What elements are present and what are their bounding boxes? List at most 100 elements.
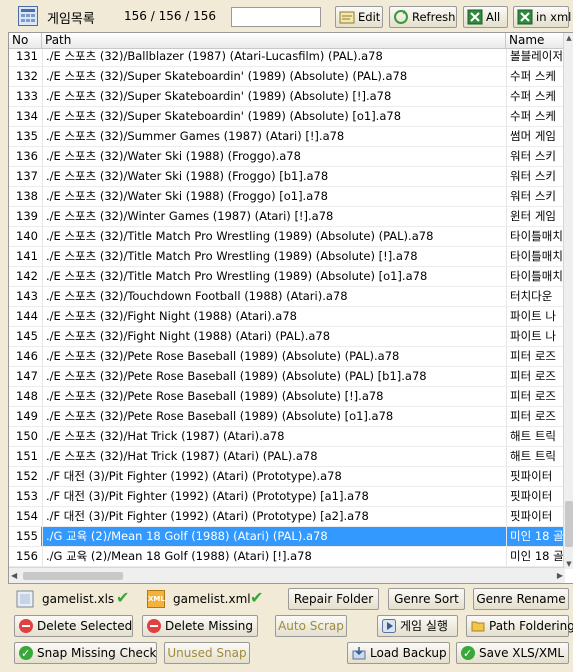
load-icon [352, 647, 366, 660]
column-header-path[interactable]: Path [42, 33, 506, 49]
list-row[interactable]: 144 ./E 스포츠 (32)/Fight Night (1988) (Atar… [9, 307, 565, 327]
row-no: 131 [16, 49, 38, 63]
row-path: ./G 교육 (2)/Mean 18 Golf (1988) (Atari) [… [42, 547, 506, 566]
list-row[interactable]: 150 ./E 스포츠 (32)/Hat Trick (1987) (Atari)… [9, 427, 565, 447]
row-path: ./E 스포츠 (32)/Touchdown Football (1988) (… [42, 287, 506, 306]
column-header-name[interactable]: Name [506, 33, 565, 49]
row-no: 138 [16, 189, 38, 203]
row-name: 볼블레이저 [506, 49, 565, 66]
scroll-up-icon[interactable]: ▲ [564, 33, 573, 43]
column-header-no[interactable]: No [9, 33, 42, 49]
scroll-right-icon[interactable]: ▶ [557, 571, 563, 580]
list-row[interactable]: 133 ./E 스포츠 (32)/Super Skateboardin' (198… [9, 87, 565, 107]
list-row[interactable]: 142 ./E 스포츠 (32)/Title Match Pro Wrestlin… [9, 267, 565, 287]
row-path: ./G 교육 (2)/Mean 18 Golf (1988) (Atari) (… [42, 527, 506, 546]
search-input[interactable] [231, 7, 321, 27]
path-foldering-button[interactable]: Path Foldering [466, 615, 573, 637]
row-name: 윈터 게임 [506, 207, 565, 226]
delete-selected-button[interactable]: Delete Selected [14, 615, 133, 637]
delete-missing-button[interactable]: Delete Missing [142, 615, 258, 637]
all-label: All [486, 10, 501, 24]
window-title: 게임목록 [47, 12, 95, 27]
refresh-icon [394, 10, 408, 24]
row-no: 136 [16, 149, 38, 163]
row-name: 파이트 나 [506, 327, 565, 346]
list-row[interactable]: 153 ./F 대전 (3)/Pit Fighter (1992) (Atari)… [9, 487, 565, 507]
snap-missing-check-button[interactable]: Snap Missing Check [14, 642, 157, 664]
genre-rename-button[interactable]: Genre Rename [473, 588, 569, 610]
scroll-down-icon[interactable]: ▼ [564, 559, 573, 569]
edit-button[interactable]: Edit [335, 6, 383, 28]
in-xml-button[interactable]: in xml [513, 6, 571, 28]
scroll-left-icon[interactable]: ◀ [11, 571, 17, 580]
all-button[interactable]: All [463, 6, 508, 28]
list-row[interactable]: 135 ./E 스포츠 (32)/Summer Games (1987) (Ata… [9, 127, 565, 147]
list-row[interactable]: 139 ./E 스포츠 (32)/Winter Games (1987) (Ata… [9, 207, 565, 227]
list-row[interactable]: 154 ./F 대전 (3)/Pit Fighter (1992) (Atari)… [9, 507, 565, 527]
delete-selected-label: Delete Selected [37, 619, 133, 633]
game-run-label: 게임 실행 [400, 619, 448, 633]
row-name: 해트 트릭 [506, 427, 565, 446]
game-run-button[interactable]: 게임 실행 [377, 615, 458, 637]
horizontal-scroll-thumb[interactable] [23, 572, 123, 580]
row-path: ./E 스포츠 (32)/Super Skateboardin' (1989) … [42, 107, 506, 126]
save-xls-xml-button[interactable]: Save XLS/XML [456, 642, 569, 664]
unused-snap-button[interactable]: Unused Snap [164, 642, 250, 664]
checkmark-icon: ✔ [250, 588, 264, 607]
row-no: 133 [16, 89, 38, 103]
list-row[interactable]: 148 ./E 스포츠 (32)/Pete Rose Baseball (1989… [9, 387, 565, 407]
refresh-button[interactable]: Refresh [389, 6, 457, 28]
row-name: 수퍼 스케 [506, 67, 565, 86]
list-row[interactable]: 146 ./E 스포츠 (32)/Pete Rose Baseball (1989… [9, 347, 565, 367]
save-xls-xml-label: Save XLS/XML [479, 646, 565, 660]
genre-sort-button[interactable]: Genre Sort [388, 588, 465, 610]
list-row[interactable]: 156 ./G 교육 (2)/Mean 18 Golf (1988) (Atari… [9, 547, 565, 567]
list-row[interactable]: 131 ./E 스포츠 (32)/Ballblazer (1987) (Atari… [9, 49, 565, 67]
row-no: 143 [16, 289, 38, 303]
row-path: ./E 스포츠 (32)/Pete Rose Baseball (1989) (… [42, 367, 506, 386]
row-name: 핏파이터 [506, 467, 565, 486]
auto-scrap-button[interactable]: Auto Scrap [275, 615, 347, 637]
list-row[interactable]: 140 ./E 스포츠 (32)/Title Match Pro Wrestlin… [9, 227, 565, 247]
row-name: 미인 18 골 [506, 527, 565, 546]
list-grid-icon [18, 6, 38, 26]
list-row[interactable]: 147 ./E 스포츠 (32)/Pete Rose Baseball (1989… [9, 367, 565, 387]
row-no: 142 [16, 269, 38, 283]
row-name: 핏파이터 [506, 487, 565, 506]
row-name: 피터 로즈 [506, 347, 565, 366]
list-row[interactable]: 155 ./G 교육 (2)/Mean 18 Golf (1988) (Atari… [9, 527, 565, 547]
folder-icon [471, 621, 485, 632]
list-row[interactable]: 149 ./E 스포츠 (32)/Pete Rose Baseball (1989… [9, 407, 565, 427]
list-row[interactable]: 152 ./F 대전 (3)/Pit Fighter (1992) (Atari)… [9, 467, 565, 487]
list-row[interactable]: 136 ./E 스포츠 (32)/Water Ski (1988) (Froggo… [9, 147, 565, 167]
row-path: ./E 스포츠 (32)/Hat Trick (1987) (Atari).a7… [42, 427, 506, 446]
row-no: 139 [16, 209, 38, 223]
vertical-scrollbar[interactable]: ▲ ▼ [563, 33, 573, 569]
row-path: ./E 스포츠 (32)/Title Match Pro Wrestling (… [42, 247, 506, 266]
list-row[interactable]: 134 ./E 스포츠 (32)/Super Skateboardin' (198… [9, 107, 565, 127]
list-row[interactable]: 141 ./E 스포츠 (32)/Title Match Pro Wrestlin… [9, 247, 565, 267]
horizontal-scrollbar[interactable]: ◀ ▶ [9, 567, 565, 583]
row-path: ./E 스포츠 (32)/Water Ski (1988) (Froggo) [… [42, 167, 506, 186]
load-backup-label: Load Backup [370, 646, 447, 660]
list-row[interactable]: 138 ./E 스포츠 (32)/Water Ski (1988) (Froggo… [9, 187, 565, 207]
list-row[interactable]: 151 ./E 스포츠 (32)/Hat Trick (1987) (Atari)… [9, 447, 565, 467]
list-row[interactable]: 137 ./E 스포츠 (32)/Water Ski (1988) (Froggo… [9, 167, 565, 187]
row-path: ./E 스포츠 (32)/Winter Games (1987) (Atari)… [42, 207, 506, 226]
row-name: 타이틀매치 [506, 247, 565, 266]
row-path: ./E 스포츠 (32)/Fight Night (1988) (Atari).… [42, 307, 506, 326]
row-no: 147 [16, 369, 38, 383]
list-row[interactable]: 132 ./E 스포츠 (32)/Super Skateboardin' (198… [9, 67, 565, 87]
list-row[interactable]: 145 ./E 스포츠 (32)/Fight Night (1988) (Atar… [9, 327, 565, 347]
row-name: 터치다운 [506, 287, 565, 306]
excel-icon [517, 9, 533, 25]
row-name: 미인 18 골 [506, 547, 565, 566]
edit-icon [339, 11, 355, 24]
repair-folder-button[interactable]: Repair Folder [288, 588, 379, 610]
list-row[interactable]: 143 ./E 스포츠 (32)/Touchdown Football (1988… [9, 287, 565, 307]
vertical-scroll-thumb[interactable] [565, 501, 573, 547]
row-no: 135 [16, 129, 38, 143]
load-backup-button[interactable]: Load Backup [347, 642, 450, 664]
game-list[interactable]: No Path Name 131 ./E 스포츠 (32)/Ballblazer … [8, 32, 573, 584]
row-path: ./E 스포츠 (32)/Water Ski (1988) (Froggo).a… [42, 147, 506, 166]
